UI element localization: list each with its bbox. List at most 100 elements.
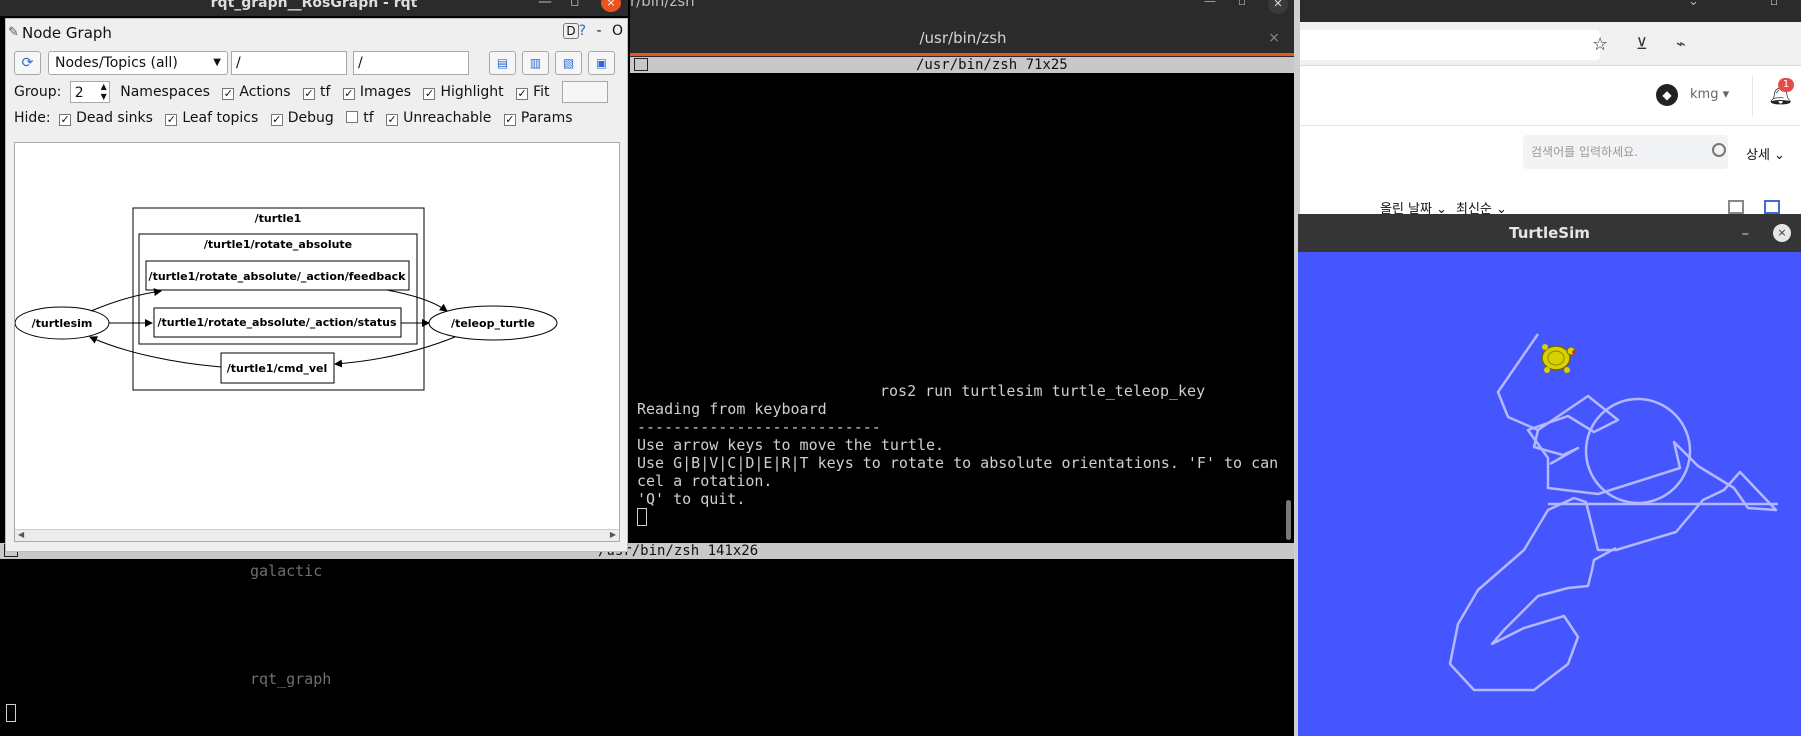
dead-sinks-label: Dead sinks bbox=[76, 110, 153, 126]
graph-horizontal-scrollbar[interactable]: ◀ ▶ bbox=[15, 529, 619, 541]
group-value: 2 bbox=[74, 85, 84, 101]
turtle-path bbox=[1448, 333, 1778, 692]
help-icon[interactable]: ? bbox=[579, 23, 586, 39]
topic-cmd-vel-label: /turtle1/cmd_vel bbox=[227, 362, 327, 375]
hide-tf-checkbox[interactable]: tf bbox=[346, 107, 374, 129]
maximize-icon[interactable]: ▫ bbox=[1770, 0, 1778, 8]
terminal-line: Use arrow keys to move the turtle. bbox=[637, 436, 945, 454]
hide-row: Hide: ✓ Dead sinks ✓ Leaf topics ✓ Debug tf… bbox=[14, 107, 581, 129]
node-turtlesim-label: /turtlesim bbox=[32, 317, 93, 330]
leaf-topics-checkbox[interactable]: ✓ Leaf topics bbox=[165, 107, 258, 129]
pane-top-title: /usr/bin/zsh 71x25 bbox=[916, 57, 1068, 73]
spin-arrows-icon[interactable]: ▲ ▼ bbox=[101, 82, 107, 102]
fit-in-view-button[interactable] bbox=[561, 81, 608, 103]
topic-feedback-label: /turtle1/rotate_absolute/_action/feedbac… bbox=[149, 270, 407, 283]
minimize-icon[interactable]: – bbox=[1742, 214, 1750, 252]
plugin-title-buttons: D? - O bbox=[557, 23, 623, 39]
terminal-scrollbar[interactable] bbox=[1286, 500, 1291, 540]
checkmark-icon: ✓ bbox=[270, 113, 283, 126]
save-dot-icon[interactable]: ▥ bbox=[522, 51, 549, 75]
search-input[interactable]: 검색어를 입력하세요. bbox=[1523, 135, 1728, 169]
address-bar[interactable] bbox=[1300, 30, 1600, 60]
refresh-button[interactable]: ⟳ bbox=[14, 51, 41, 75]
checkmark-icon: ✓ bbox=[386, 113, 399, 126]
params-label: Params bbox=[520, 110, 573, 126]
unreachable-checkbox[interactable]: ✓ Unreachable bbox=[386, 107, 491, 129]
group-spinbox[interactable]: 2 ▲ ▼ bbox=[69, 81, 110, 103]
detail-dropdown[interactable]: 상세 ⌄ bbox=[1746, 144, 1785, 163]
images-checkbox[interactable]: ✓ Images bbox=[342, 81, 411, 103]
save-image-icon[interactable]: ▣ bbox=[588, 51, 615, 75]
close-icon[interactable]: × bbox=[1773, 224, 1791, 242]
highlight-checkbox[interactable]: ✓ Highlight bbox=[423, 81, 504, 103]
turtlesim-title: TurtleSim bbox=[1509, 224, 1590, 242]
checkmark-icon: ✓ bbox=[423, 87, 436, 100]
bookmark-star-icon[interactable]: ☆ bbox=[1592, 34, 1608, 55]
fit-checkbox[interactable]: ✓ Fit bbox=[516, 81, 550, 103]
save-svg-icon[interactable]: ▧ bbox=[555, 51, 582, 75]
group-label: Group: bbox=[14, 84, 62, 100]
terminal-line: Use G|B|V|C|D|E|R|T keys to rotate to ab… bbox=[637, 454, 1279, 472]
browser-toolbar: ☆ ⊻ ⌁ bbox=[1300, 22, 1801, 66]
load-dot-icon[interactable]: ▤ bbox=[489, 51, 516, 75]
params-checkbox[interactable]: ✓ Params bbox=[503, 107, 573, 129]
d-button[interactable]: D bbox=[563, 23, 579, 39]
graph-view[interactable]: /turtle1 /turtle1/rotate_absolute /turtl… bbox=[14, 142, 620, 542]
chevron-down-icon[interactable]: ⌄ bbox=[1688, 0, 1699, 9]
terminal-window-title: r/bin/zsh bbox=[630, 0, 695, 10]
debug-checkbox[interactable]: ✓ Debug bbox=[270, 107, 334, 129]
o-button[interactable]: O bbox=[612, 23, 623, 39]
graph-mode-dropdown[interactable]: Nodes/Topics (all) ▼ bbox=[48, 51, 228, 75]
extension-icon[interactable]: ⌁ bbox=[1676, 34, 1686, 53]
dead-sinks-checkbox[interactable]: ✓ Dead sinks bbox=[59, 107, 153, 129]
tf-checkbox[interactable]: ✓ tf bbox=[302, 81, 331, 103]
node-filter-input[interactable]: / bbox=[231, 51, 347, 75]
terminal-minimize-icon[interactable]: — bbox=[1204, 0, 1216, 8]
search-icon[interactable] bbox=[1712, 143, 1726, 157]
checkmark-icon: ✓ bbox=[503, 113, 516, 126]
rqt-window-title: rqt_graph__RosGraph - rqt bbox=[210, 0, 418, 11]
ros-graph[interactable]: /turtle1 /turtle1/rotate_absolute /turtl… bbox=[15, 143, 619, 529]
turtlesim-window: TurtleSim – × bbox=[1298, 214, 1801, 736]
tf-label: tf bbox=[319, 84, 331, 100]
site-header: ◆ kmg ▾ 🔔︎ 1 bbox=[1300, 66, 1801, 126]
fit-label: Fit bbox=[533, 84, 550, 100]
list-view-icon[interactable] bbox=[1728, 200, 1744, 214]
topic-filter-input[interactable]: / bbox=[353, 51, 469, 75]
maximize-icon[interactable]: ▫ bbox=[570, 0, 580, 10]
turtlesim-canvas bbox=[1448, 333, 1778, 692]
pocket-icon[interactable]: ⊻ bbox=[1636, 34, 1648, 53]
checkmark-icon: ✓ bbox=[342, 87, 355, 100]
scroll-right-icon[interactable]: ▶ bbox=[610, 530, 616, 539]
detail-label: 상세 bbox=[1746, 148, 1770, 163]
terminal-line: rqt_graph bbox=[250, 670, 332, 688]
terminal-command: ros2 run turtlesim turtle_teleop_key bbox=[880, 382, 1206, 400]
actions-checkbox[interactable]: ✓ Actions bbox=[222, 81, 291, 103]
user-menu[interactable]: kmg ▾ bbox=[1690, 87, 1729, 102]
plugin-title: Node Graph bbox=[22, 24, 112, 42]
cluster-turtle1-label: /turtle1 bbox=[255, 212, 302, 225]
minimize-icon[interactable]: — bbox=[538, 0, 552, 10]
scroll-left-icon[interactable]: ◀ bbox=[18, 530, 24, 539]
dash-button[interactable]: - bbox=[596, 23, 601, 39]
terminal-tab[interactable]: /usr/bin/zsh × bbox=[630, 22, 1296, 56]
cluster-rotate-absolute-label: /turtle1/rotate_absolute bbox=[204, 238, 352, 251]
turtlesim-titlebar: TurtleSim – × bbox=[1298, 214, 1801, 252]
edge-turtlesim-feedback bbox=[90, 288, 162, 312]
node-teleop-turtle-label: /teleop_turtle bbox=[451, 317, 535, 330]
grid-view-icon[interactable] bbox=[1764, 200, 1780, 214]
leaf-topics-label: Leaf topics bbox=[182, 110, 259, 126]
terminal-tab-close-icon[interactable]: × bbox=[1268, 22, 1280, 54]
debug-label: Debug bbox=[287, 110, 334, 126]
terminal-maximize-icon[interactable]: ▫ bbox=[1238, 0, 1246, 8]
plugin-tools-icon: ✎ bbox=[8, 25, 19, 40]
namespaces-label: Namespaces bbox=[120, 84, 210, 100]
minimize-icon[interactable]: — bbox=[1730, 0, 1743, 7]
checkmark-icon: ✓ bbox=[222, 87, 235, 100]
site-logo-icon[interactable]: ◆ bbox=[1656, 84, 1678, 106]
pane-grid-icon[interactable] bbox=[634, 58, 648, 71]
actions-label: Actions bbox=[239, 84, 291, 100]
edge-teleop-cmdvel bbox=[334, 336, 456, 368]
graph-mode-value: Nodes/Topics (all) bbox=[55, 55, 178, 71]
terminal-line: cel a rotation. bbox=[637, 472, 773, 490]
